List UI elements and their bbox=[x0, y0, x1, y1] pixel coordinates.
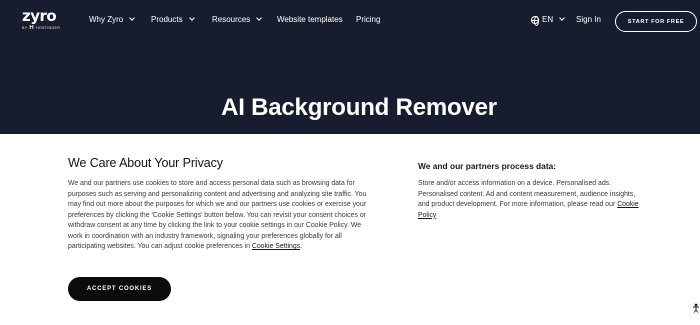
language-selector[interactable]: EN bbox=[531, 15, 565, 26]
accept-cookies-button[interactable]: ACCEPT COOKIES bbox=[68, 277, 171, 301]
logo-byline: BY H HOSTINGER bbox=[22, 25, 60, 31]
sign-in-label: Sign In bbox=[576, 15, 601, 24]
cookie-settings-link[interactable]: Cookie Settings bbox=[252, 243, 300, 250]
zyro-logo[interactable]: zyro BY H HOSTINGER bbox=[22, 8, 60, 31]
hero-section: zyro BY H HOSTINGER Why Zyro Products Re… bbox=[0, 0, 700, 134]
privacy-text-end: . bbox=[300, 243, 303, 250]
hostinger-h-icon: H bbox=[29, 25, 35, 31]
nav-item-label: Pricing bbox=[356, 15, 381, 24]
privacy-body-text: We and our partners use cookies to store… bbox=[68, 180, 367, 250]
partners-title: We and our partners process data: bbox=[418, 161, 557, 171]
logo-wordmark: zyro bbox=[22, 7, 57, 25]
nav-item-label: Why Zyro bbox=[89, 15, 124, 24]
chevron-down-icon bbox=[188, 15, 195, 21]
nav-item-label: Products bbox=[151, 15, 183, 24]
privacy-description: We and our partners use cookies to store… bbox=[68, 179, 374, 253]
chevron-down-icon bbox=[559, 15, 565, 21]
nav-item-website-templates[interactable]: Website templates bbox=[277, 15, 343, 24]
nav-item-resources[interactable]: Resources bbox=[212, 15, 263, 24]
logo-brand-text: HOSTINGER bbox=[36, 26, 61, 30]
cookie-consent-banner: We Care About Your Privacy We and our pa… bbox=[0, 134, 700, 325]
partners-description: Store and/or access information on a dev… bbox=[418, 179, 648, 221]
nav-item-pricing[interactable]: Pricing bbox=[356, 15, 380, 24]
nav-item-products[interactable]: Products bbox=[151, 15, 195, 24]
chevron-down-icon bbox=[129, 15, 136, 21]
logo-by-text: BY bbox=[22, 26, 28, 30]
language-label: EN bbox=[542, 15, 554, 24]
nav-item-why-zyro[interactable]: Why Zyro bbox=[89, 15, 136, 24]
partners-body-text: Store and/or access information on a dev… bbox=[418, 180, 636, 208]
page-title: AI Background Remover bbox=[221, 94, 497, 121]
privacy-title: We Care About Your Privacy bbox=[68, 156, 223, 170]
globe-icon bbox=[531, 15, 539, 26]
chevron-down-icon bbox=[256, 15, 263, 21]
sign-in-link[interactable]: Sign In bbox=[576, 15, 601, 24]
top-navigation: zyro BY H HOSTINGER Why Zyro Products Re… bbox=[0, 0, 700, 43]
nav-item-label: Resources bbox=[212, 15, 251, 24]
start-for-free-button[interactable]: START FOR FREE bbox=[615, 11, 697, 32]
accessibility-icon[interactable] bbox=[692, 303, 700, 313]
nav-item-label: Website templates bbox=[277, 15, 343, 24]
